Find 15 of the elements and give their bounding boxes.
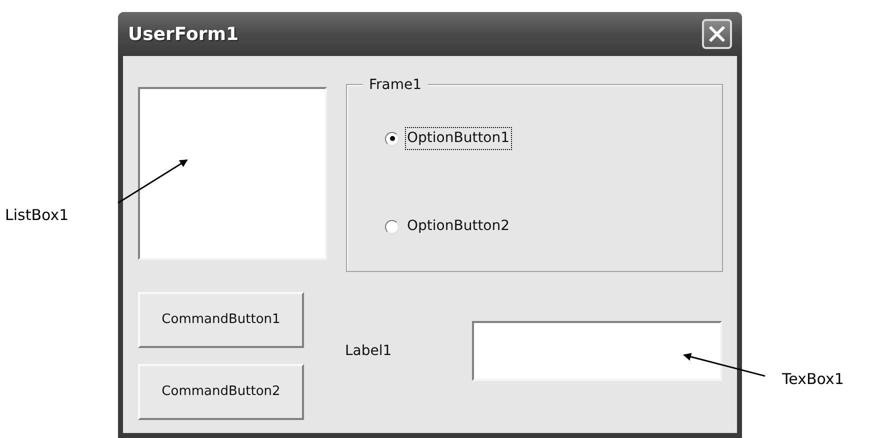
option-label[interactable]: OptionButton1	[405, 127, 512, 150]
window-title: UserForm1	[128, 22, 239, 46]
list-box[interactable]	[138, 87, 327, 260]
close-icon	[707, 24, 727, 44]
radio-button[interactable]	[385, 132, 399, 146]
label-text: Label1	[345, 342, 392, 361]
callout-arrow	[118, 159, 188, 204]
command-button[interactable]: CommandButton2	[138, 364, 304, 420]
option-label[interactable]: OptionButton2	[405, 215, 512, 238]
callout-label: TexBox1	[782, 369, 844, 390]
callout-label: ListBox1	[5, 205, 69, 226]
close-button[interactable]	[702, 19, 732, 49]
text-box[interactable]	[472, 321, 722, 381]
command-button[interactable]: CommandButton1	[138, 292, 304, 348]
radio-button[interactable]	[385, 220, 399, 234]
